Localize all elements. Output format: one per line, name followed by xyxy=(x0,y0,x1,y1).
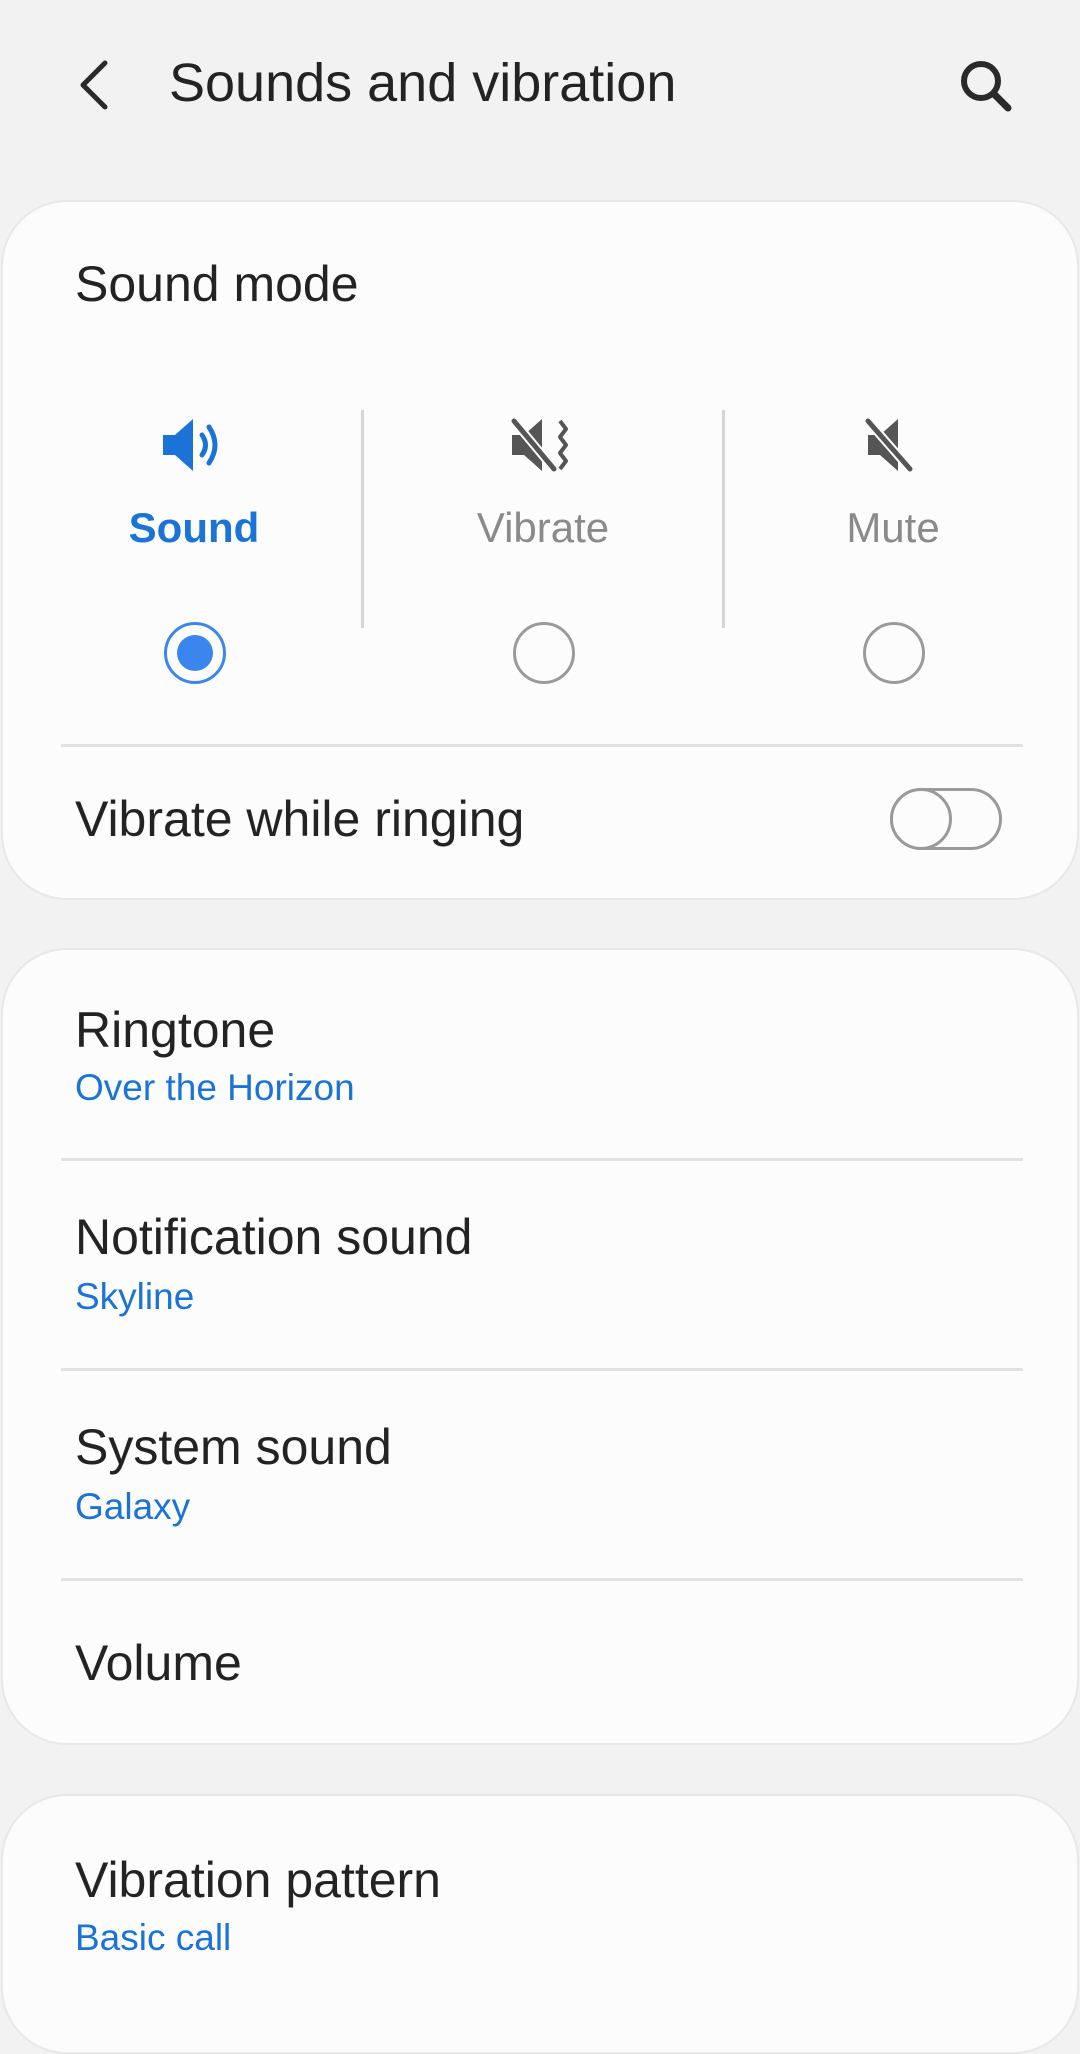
mode-label-sound: Sound xyxy=(128,504,260,551)
notification-sound-title: Notification sound xyxy=(75,1209,473,1265)
vibrate-while-ringing-toggle[interactable] xyxy=(890,788,1002,850)
mode-option-sound[interactable]: Sound xyxy=(44,402,344,692)
mode-label-vibrate: Vibrate xyxy=(476,504,610,551)
search-icon xyxy=(961,61,1012,112)
mode-option-mute[interactable]: Mute xyxy=(743,402,1043,692)
vibration-card: Vibration pattern Basic call xyxy=(1,1794,1079,2054)
vibrate-while-ringing-label: Vibrate while ringing xyxy=(75,791,525,847)
chevron-left-icon xyxy=(80,60,108,110)
mode-option-vibrate[interactable]: Vibrate xyxy=(393,402,693,692)
back-button[interactable] xyxy=(60,40,130,130)
sound-mode-card: Sound mode Sound Vibrate Mute Vibrate wh… xyxy=(1,200,1079,900)
system-sound-title: System sound xyxy=(75,1419,392,1475)
search-button[interactable] xyxy=(945,40,1025,130)
ringtone-value: Over the Horizon xyxy=(75,1067,355,1108)
radio-sound[interactable] xyxy=(164,622,226,684)
system-sound-value: Galaxy xyxy=(75,1486,191,1527)
sound-mode-title: Sound mode xyxy=(75,256,359,312)
notification-sound-row[interactable]: Notification sound Skyline xyxy=(3,1161,1077,1369)
sound-mode-options: Sound Vibrate Mute xyxy=(3,402,1077,692)
vibration-pattern-title: Vibration pattern xyxy=(75,1852,441,1908)
system-sound-row[interactable]: System sound Galaxy xyxy=(3,1371,1077,1579)
notification-sound-value: Skyline xyxy=(75,1276,195,1317)
page-title: Sounds and vibration xyxy=(169,53,677,113)
top-bar: Sounds and vibration xyxy=(0,0,1080,170)
vibration-pattern-value: Basic call xyxy=(75,1917,232,1958)
vibrate-icon xyxy=(503,410,583,480)
ringtone-title: Ringtone xyxy=(75,1002,276,1058)
sounds-card: Ringtone Over the Horizon Notification s… xyxy=(1,948,1079,1745)
radio-vibrate[interactable] xyxy=(513,622,575,684)
ringtone-row[interactable]: Ringtone Over the Horizon xyxy=(3,950,1077,1158)
mode-label-mute: Mute xyxy=(846,504,940,551)
volume-row[interactable]: Volume xyxy=(3,1581,1077,1743)
toggle-knob xyxy=(890,788,952,850)
radio-mute[interactable] xyxy=(863,622,925,684)
divider xyxy=(722,410,725,628)
vibration-pattern-row[interactable]: Vibration pattern Basic call xyxy=(3,1796,1077,2000)
volume-title: Volume xyxy=(75,1635,242,1691)
speaker-icon xyxy=(154,410,234,480)
divider xyxy=(361,410,364,628)
mute-icon xyxy=(853,410,933,480)
